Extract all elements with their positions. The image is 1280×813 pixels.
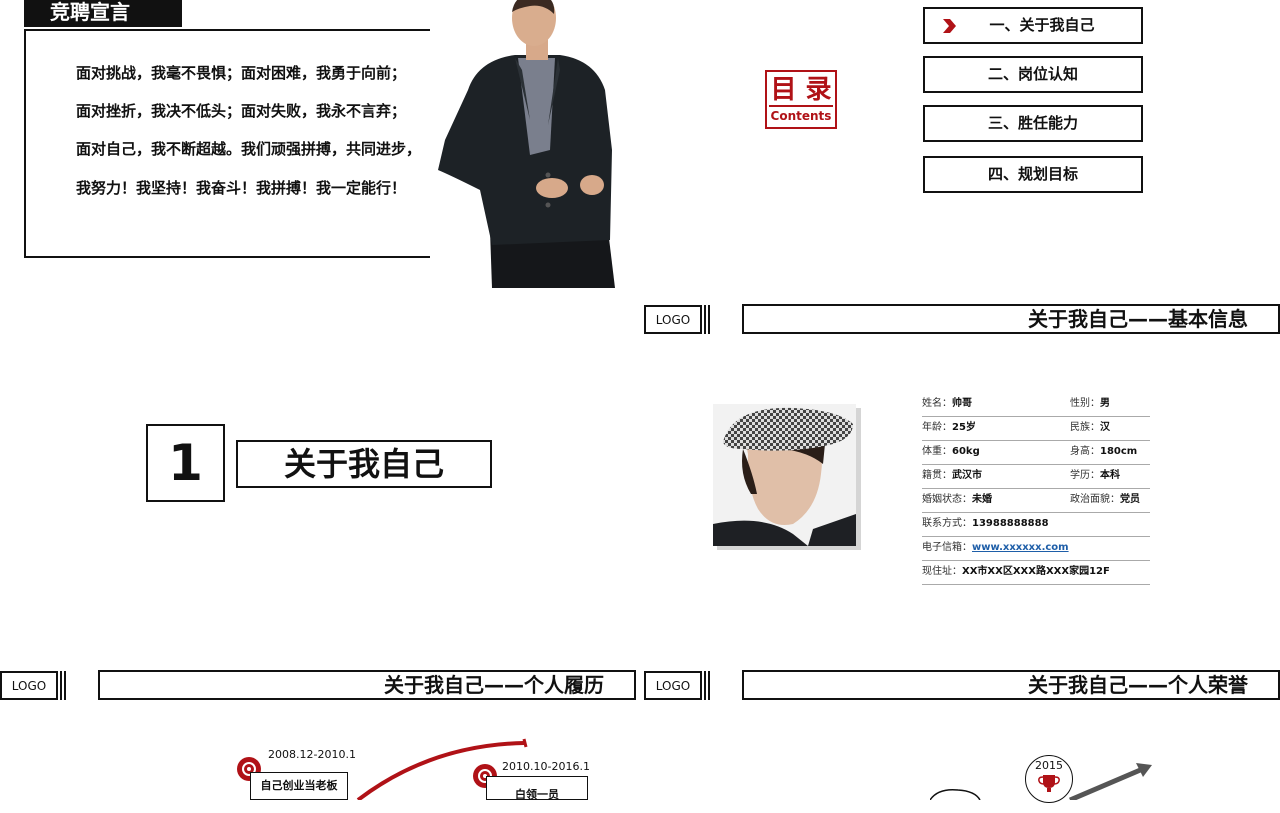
honor-year: 2015: [1035, 759, 1063, 772]
info-row: 籍贯：武汉市 学历：本科: [922, 464, 1150, 489]
timeline-item: 自己创业当老板: [250, 772, 348, 800]
info-key: 电子信箱：: [922, 542, 972, 553]
section-number: 1: [146, 424, 225, 502]
info-value: 男: [1100, 398, 1110, 409]
info-row: 婚姻状态：未婚 政治面貌：党员: [922, 488, 1150, 513]
divider: [60, 671, 62, 700]
info-key: 体重：: [922, 446, 952, 457]
divider: [704, 305, 706, 334]
profile-photo: [713, 404, 861, 550]
trophy-icon: [1038, 775, 1060, 792]
speech-line-4: 我努力！我坚持！我奋斗！我拼搏！我一定能行！: [76, 179, 407, 197]
logo: LOGO: [644, 671, 702, 700]
menu-item-label: 三、胜任能力: [987, 114, 1078, 132]
menu-item-position[interactable]: 二、岗位认知: [923, 56, 1143, 93]
info-key: 现住址：: [922, 566, 962, 577]
info-key: 联系方式：: [922, 518, 972, 529]
contents-title: 目 录: [770, 75, 832, 105]
divider: [64, 671, 66, 700]
info-value: XX市XX区XXX路XXX家园12F: [962, 566, 1110, 577]
speech-line-2: 面对挫折，我决不低头；面对失败，我永不言弃；: [76, 102, 407, 120]
info-key: 姓名：: [922, 398, 952, 409]
honor-badge: 2015: [1025, 755, 1073, 803]
info-value: 汉: [1100, 422, 1110, 433]
menu-item-label: 二、岗位认知: [987, 65, 1078, 83]
divider: [704, 671, 706, 700]
divider: [708, 305, 710, 334]
info-row: 年龄：25岁 民族：汉: [922, 416, 1150, 441]
slide-header: 关于我自己——基本信息: [742, 304, 1280, 334]
info-key: 籍贯：: [922, 470, 952, 481]
info-row-address: 现住址：XX市XX区XXX路XXX家园12F: [922, 560, 1150, 585]
info-value: 60kg: [952, 446, 980, 457]
speech-line-1: 面对挑战，我毫不畏惧；面对困难，我勇于向前；: [76, 64, 407, 82]
info-row: 体重：60kg 身高：180cm: [922, 440, 1150, 465]
info-value: 180cm: [1100, 446, 1138, 457]
slide-header: 关于我自己——个人荣誉: [742, 670, 1280, 700]
divider: [708, 671, 710, 700]
speech-line-3: 面对自己，我不断超越。我们顽强拼搏，共同进步，: [76, 140, 422, 158]
info-key: 性别：: [1070, 398, 1100, 409]
timeline-item: 白领一员: [486, 776, 588, 801]
menu-item-label: 四、规划目标: [987, 165, 1078, 183]
info-key: 婚姻状态：: [922, 494, 972, 505]
menu-item-competency[interactable]: 三、胜任能力: [923, 105, 1143, 142]
slide-header: 关于我自己——个人履历: [98, 670, 636, 700]
speech-tag: 竞聘宣言: [24, 0, 182, 27]
info-value: 13988888888: [972, 518, 1049, 529]
info-row-phone: 联系方式：13988888888: [922, 512, 1150, 537]
timeline-date: 2010.10-2016.1: [502, 760, 590, 773]
contents-subtitle: Contents: [769, 105, 833, 125]
menu-item-goals[interactable]: 四、规划目标: [923, 156, 1143, 193]
chevron-right-icon: [943, 19, 956, 33]
info-key: 政治面貌：: [1070, 494, 1120, 505]
email-link[interactable]: www.xxxxxx.com: [972, 542, 1069, 553]
timeline-date: 2008.12-2010.1: [268, 748, 356, 761]
menu-item-about-me[interactable]: 一、关于我自己: [923, 7, 1143, 44]
info-value: 党员: [1120, 494, 1140, 505]
contents-badge: 目 录 Contents: [765, 70, 837, 129]
info-value: 武汉市: [952, 470, 982, 481]
logo: LOGO: [0, 671, 58, 700]
section-title: 关于我自己: [236, 440, 492, 488]
info-key: 年龄：: [922, 422, 952, 433]
info-key: 学历：: [1070, 470, 1100, 481]
menu-item-label: 一、关于我自己: [989, 16, 1095, 34]
info-value: 帅哥: [952, 398, 972, 409]
info-row-email: 电子信箱：www.xxxxxx.com: [922, 536, 1150, 561]
logo: LOGO: [644, 305, 702, 334]
info-value: 未婚: [972, 494, 992, 505]
info-key: 民族：: [1070, 422, 1100, 433]
info-value: 25岁: [952, 422, 976, 433]
info-value: 本科: [1100, 470, 1120, 481]
man-in-suit-photo: [430, 0, 620, 288]
info-key: 身高：: [1070, 446, 1100, 457]
info-row: 姓名：帅哥 性别：男: [922, 392, 1150, 417]
